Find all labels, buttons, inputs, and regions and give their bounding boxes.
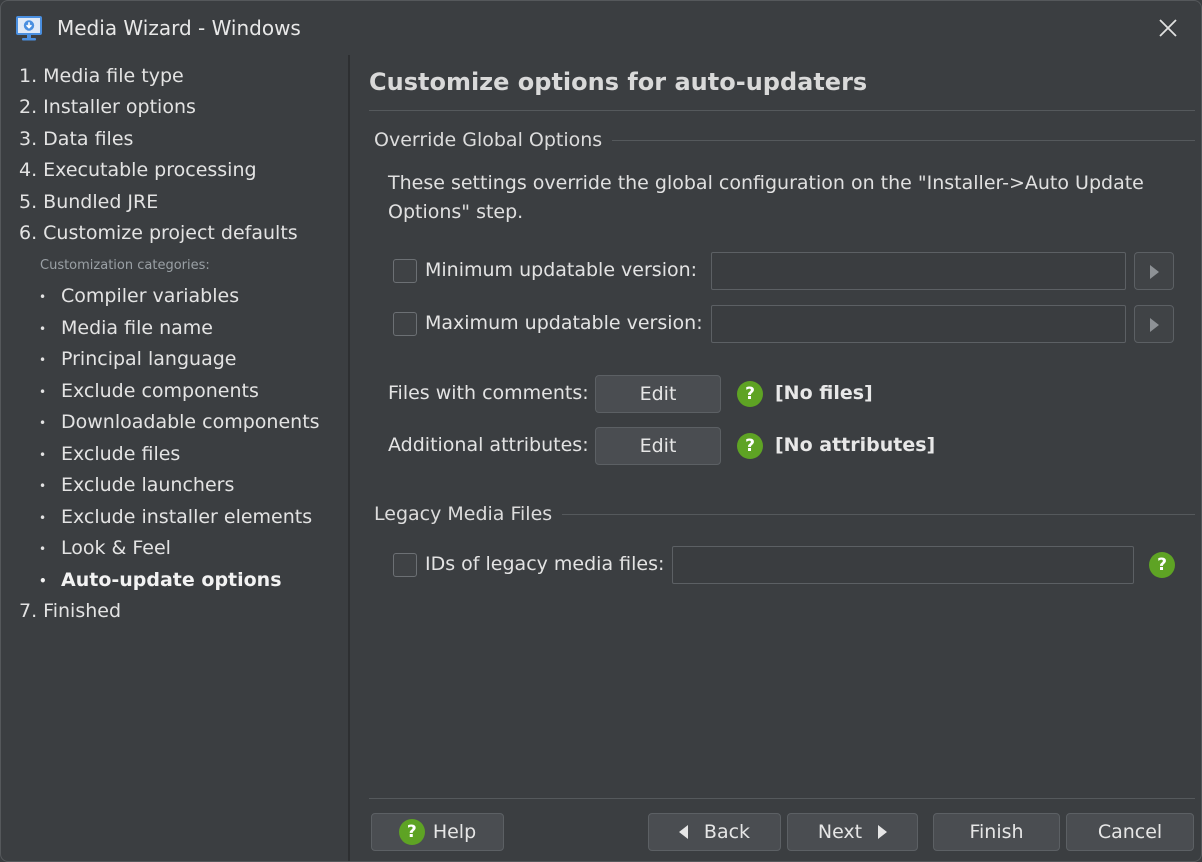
bullet: • xyxy=(39,352,47,367)
min-version-arrow-button[interactable] xyxy=(1134,252,1174,290)
customization-categories-label: Customization categories: xyxy=(40,258,210,273)
step-bundled-jre[interactable]: 5. Bundled JRE xyxy=(19,191,158,213)
help-button[interactable]: ? Help xyxy=(371,813,504,851)
sidebar-item-label: Exclude components xyxy=(61,380,259,402)
sidebar-item-principal-language[interactable]: • Principal language xyxy=(39,348,236,370)
max-version-field[interactable] xyxy=(711,305,1126,343)
bullet: • xyxy=(39,384,47,399)
main-panel: Customize options for auto-updaters Over… xyxy=(350,55,1201,861)
additional-attributes-value: [No attributes] xyxy=(775,434,936,456)
next-button-label: Next xyxy=(817,821,863,843)
title-bar: Media Wizard - Windows xyxy=(1,1,1201,55)
play-arrow-icon xyxy=(1150,318,1159,332)
bullet: • xyxy=(39,541,47,556)
close-icon[interactable] xyxy=(1153,13,1183,43)
sidebar-item-label: Auto-update options xyxy=(61,569,282,591)
override-description: These settings override the global confi… xyxy=(388,172,1144,223)
sidebar-item-label: Look & Feel xyxy=(61,537,171,559)
step-customize-project-defaults[interactable]: 6. Customize project defaults xyxy=(19,222,298,244)
bullet: • xyxy=(39,478,47,493)
chevron-left-icon xyxy=(678,825,688,839)
monitor-download-icon xyxy=(16,16,42,41)
help-icon[interactable]: ? xyxy=(1149,552,1175,578)
sidebar-item-downloadable-components[interactable]: • Downloadable components xyxy=(39,411,320,433)
sidebar-item-label: Compiler variables xyxy=(61,285,240,307)
max-version-label: Maximum updatable version: xyxy=(425,312,703,334)
chevron-right-icon xyxy=(878,825,888,839)
bullet: • xyxy=(39,573,47,588)
sidebar-item-label: Exclude installer elements xyxy=(61,506,313,528)
sidebar-item-look-and-feel[interactable]: • Look & Feel xyxy=(39,537,171,559)
max-version-checkbox[interactable] xyxy=(393,312,417,336)
sidebar-item-auto-update-options[interactable]: • Auto-update options xyxy=(39,569,282,591)
help-icon[interactable]: ? xyxy=(737,433,763,459)
step-media-file-type[interactable]: 1. Media file type xyxy=(19,65,184,87)
max-version-arrow-button[interactable] xyxy=(1134,305,1174,343)
media-wizard-window: Media Wizard - Windows 1. Media file typ… xyxy=(0,0,1202,862)
step-data-files[interactable]: 3. Data files xyxy=(19,128,133,150)
sidebar-item-label: Media file name xyxy=(61,317,213,339)
bullet: • xyxy=(39,510,47,525)
page-title: Customize options for auto-updaters xyxy=(369,68,868,96)
sidebar-item-compiler-variables[interactable]: • Compiler variables xyxy=(39,285,239,307)
cancel-button[interactable]: Cancel xyxy=(1066,813,1194,851)
bullet: • xyxy=(39,321,47,336)
legacy-ids-checkbox[interactable] xyxy=(393,553,417,577)
sidebar-item-exclude-components[interactable]: • Exclude components xyxy=(39,380,259,402)
files-with-comments-label: Files with comments: xyxy=(388,382,589,404)
back-button[interactable]: Back xyxy=(648,813,781,851)
additional-attributes-label: Additional attributes: xyxy=(388,434,589,456)
legacy-ids-label: IDs of legacy media files: xyxy=(425,553,665,575)
next-button[interactable]: Next xyxy=(787,813,918,851)
footer-divider xyxy=(369,798,1195,799)
min-version-field[interactable] xyxy=(711,252,1126,290)
step-installer-options[interactable]: 2. Installer options xyxy=(19,96,196,118)
files-with-comments-edit-button[interactable]: Edit xyxy=(595,375,721,413)
sidebar-item-label: Exclude launchers xyxy=(61,474,235,496)
help-icon: ? xyxy=(398,819,425,845)
step-executable-processing[interactable]: 4. Executable processing xyxy=(19,159,257,181)
sidebar-item-label: Exclude files xyxy=(61,443,181,465)
play-arrow-icon xyxy=(1150,265,1159,279)
sidebar-item-exclude-launchers[interactable]: • Exclude launchers xyxy=(39,474,234,496)
title-divider xyxy=(369,110,1195,111)
sidebar-item-exclude-installer-elements[interactable]: • Exclude installer elements xyxy=(39,506,312,528)
bullet: • xyxy=(39,447,47,462)
legacy-media-files-header: Legacy Media Files xyxy=(374,503,563,525)
finish-button[interactable]: Finish xyxy=(933,813,1060,851)
additional-attributes-edit-button[interactable]: Edit xyxy=(595,427,721,465)
back-button-label: Back xyxy=(703,821,751,843)
step-finished[interactable]: 7. Finished xyxy=(19,600,121,622)
sidebar-item-label: Principal language xyxy=(61,348,237,370)
wizard-steps-sidebar: 1. Media file type 2. Installer options … xyxy=(1,55,348,861)
legacy-ids-field[interactable] xyxy=(672,546,1134,584)
window-title: Media Wizard - Windows xyxy=(57,16,301,40)
min-version-checkbox[interactable] xyxy=(393,259,417,283)
files-with-comments-value: [No files] xyxy=(775,382,873,404)
min-version-label: Minimum updatable version: xyxy=(425,259,698,281)
help-button-label: Help xyxy=(432,821,477,843)
sidebar-item-label: Downloadable components xyxy=(61,411,320,433)
help-icon[interactable]: ? xyxy=(737,381,763,407)
bullet: • xyxy=(39,415,47,430)
sidebar-item-exclude-files[interactable]: • Exclude files xyxy=(39,443,180,465)
sidebar-item-media-file-name[interactable]: • Media file name xyxy=(39,317,213,339)
bullet: • xyxy=(39,289,47,304)
override-global-options-header: Override Global Options xyxy=(374,129,613,151)
